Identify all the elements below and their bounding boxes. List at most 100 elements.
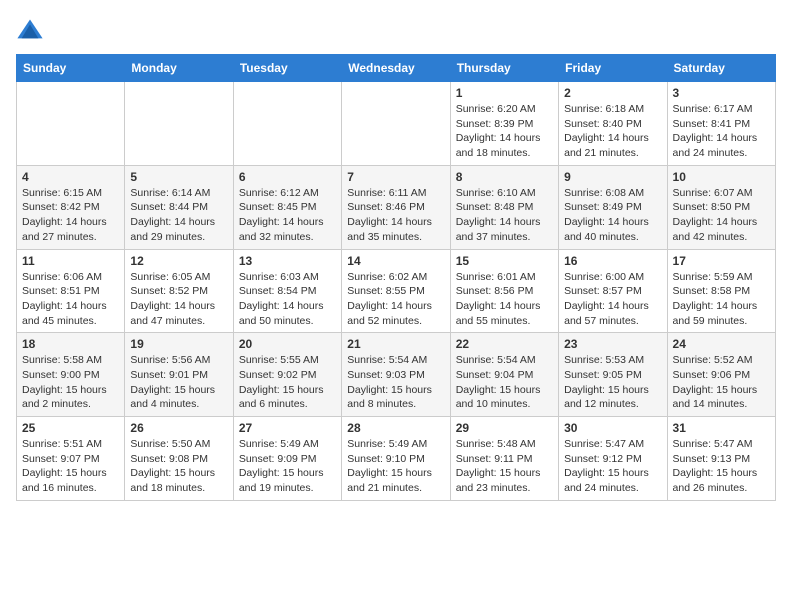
calendar-cell: 1 Sunrise: 6:20 AMSunset: 8:39 PMDaylight… xyxy=(450,82,558,166)
calendar-cell: 10 Sunrise: 6:07 AMSunset: 8:50 PMDayligh… xyxy=(667,165,775,249)
calendar-cell: 31 Sunrise: 5:47 AMSunset: 9:13 PMDayligh… xyxy=(667,417,775,501)
calendar-body: 1 Sunrise: 6:20 AMSunset: 8:39 PMDaylight… xyxy=(17,82,776,501)
calendar-cell: 22Sunrise: 5:54 AMSunset: 9:04 PMDayligh… xyxy=(450,333,558,417)
calendar-cell: 21 Sunrise: 5:54 AMSunset: 9:03 PMDayligh… xyxy=(342,333,450,417)
day-number: 15 xyxy=(456,254,553,268)
day-info: Sunrise: 6:20 AMSunset: 8:39 PMDaylight:… xyxy=(456,102,553,161)
calendar-cell: 28 Sunrise: 5:49 AMSunset: 9:10 PMDayligh… xyxy=(342,417,450,501)
logo xyxy=(16,16,48,44)
calendar-cell: 18 Sunrise: 5:58 AMSunset: 9:00 PMDayligh… xyxy=(17,333,125,417)
calendar-cell xyxy=(342,82,450,166)
day-number: 26 xyxy=(130,421,227,435)
day-info: Sunrise: 5:47 AMSunset: 9:12 PMDaylight:… xyxy=(564,437,661,496)
day-number: 4 xyxy=(22,170,119,184)
day-info: Sunrise: 5:49 AMSunset: 9:09 PMDaylight:… xyxy=(239,437,336,496)
calendar-cell: 14 Sunrise: 6:02 AMSunset: 8:55 PMDayligh… xyxy=(342,249,450,333)
calendar-cell: 15 Sunrise: 6:01 AMSunset: 8:56 PMDayligh… xyxy=(450,249,558,333)
day-number: 29 xyxy=(456,421,553,435)
calendar-week-4: 18 Sunrise: 5:58 AMSunset: 9:00 PMDayligh… xyxy=(17,333,776,417)
day-info: Sunrise: 6:03 AMSunset: 8:54 PMDaylight:… xyxy=(239,270,336,329)
day-info: Sunrise: 6:06 AMSunset: 8:51 PMDaylight:… xyxy=(22,270,119,329)
day-info: Sunrise: 5:48 AMSunset: 9:11 PMDaylight:… xyxy=(456,437,553,496)
calendar-cell: 27 Sunrise: 5:49 AMSunset: 9:09 PMDayligh… xyxy=(233,417,341,501)
calendar-cell: 5 Sunrise: 6:14 AMSunset: 8:44 PMDaylight… xyxy=(125,165,233,249)
day-info: Sunrise: 6:02 AMSunset: 8:55 PMDaylight:… xyxy=(347,270,444,329)
day-info: Sunrise: 5:59 AMSunset: 8:58 PMDaylight:… xyxy=(673,270,770,329)
weekday-row: SundayMondayTuesdayWednesdayThursdayFrid… xyxy=(17,55,776,82)
day-number: 6 xyxy=(239,170,336,184)
day-info: Sunrise: 5:50 AMSunset: 9:08 PMDaylight:… xyxy=(130,437,227,496)
day-number: 11 xyxy=(22,254,119,268)
weekday-header-sunday: Sunday xyxy=(17,55,125,82)
day-info: Sunrise: 6:14 AMSunset: 8:44 PMDaylight:… xyxy=(130,186,227,245)
page-header xyxy=(16,16,776,44)
day-number: 5 xyxy=(130,170,227,184)
day-info: Sunrise: 6:00 AMSunset: 8:57 PMDaylight:… xyxy=(564,270,661,329)
day-number: 10 xyxy=(673,170,770,184)
weekday-header-thursday: Thursday xyxy=(450,55,558,82)
weekday-header-friday: Friday xyxy=(559,55,667,82)
day-info: Sunrise: 5:47 AMSunset: 9:13 PMDaylight:… xyxy=(673,437,770,496)
day-number: 3 xyxy=(673,86,770,100)
day-number: 31 xyxy=(673,421,770,435)
calendar-cell: 6 Sunrise: 6:12 AMSunset: 8:45 PMDaylight… xyxy=(233,165,341,249)
calendar-cell: 4Sunrise: 6:15 AMSunset: 8:42 PMDaylight… xyxy=(17,165,125,249)
day-number: 19 xyxy=(130,337,227,351)
day-number: 24 xyxy=(673,337,770,351)
day-info: Sunrise: 5:52 AMSunset: 9:06 PMDaylight:… xyxy=(673,353,770,412)
weekday-header-saturday: Saturday xyxy=(667,55,775,82)
calendar-cell: 8 Sunrise: 6:10 AMSunset: 8:48 PMDaylight… xyxy=(450,165,558,249)
calendar-cell xyxy=(125,82,233,166)
day-number: 1 xyxy=(456,86,553,100)
day-info: Sunrise: 6:18 AMSunset: 8:40 PMDaylight:… xyxy=(564,102,661,161)
calendar-header: SundayMondayTuesdayWednesdayThursdayFrid… xyxy=(17,55,776,82)
calendar-cell: 9Sunrise: 6:08 AMSunset: 8:49 PMDaylight… xyxy=(559,165,667,249)
calendar-cell: 24 Sunrise: 5:52 AMSunset: 9:06 PMDayligh… xyxy=(667,333,775,417)
day-info: Sunrise: 6:10 AMSunset: 8:48 PMDaylight:… xyxy=(456,186,553,245)
calendar-week-2: 4Sunrise: 6:15 AMSunset: 8:42 PMDaylight… xyxy=(17,165,776,249)
day-number: 21 xyxy=(347,337,444,351)
day-number: 28 xyxy=(347,421,444,435)
day-info: Sunrise: 6:01 AMSunset: 8:56 PMDaylight:… xyxy=(456,270,553,329)
weekday-header-monday: Monday xyxy=(125,55,233,82)
calendar-cell: 20Sunrise: 5:55 AMSunset: 9:02 PMDayligh… xyxy=(233,333,341,417)
calendar-cell: 7 Sunrise: 6:11 AMSunset: 8:46 PMDaylight… xyxy=(342,165,450,249)
calendar-cell: 29 Sunrise: 5:48 AMSunset: 9:11 PMDayligh… xyxy=(450,417,558,501)
day-info: Sunrise: 5:54 AMSunset: 9:03 PMDaylight:… xyxy=(347,353,444,412)
day-info: Sunrise: 5:51 AMSunset: 9:07 PMDaylight:… xyxy=(22,437,119,496)
calendar-cell: 12 Sunrise: 6:05 AMSunset: 8:52 PMDayligh… xyxy=(125,249,233,333)
calendar-cell: 13Sunrise: 6:03 AMSunset: 8:54 PMDayligh… xyxy=(233,249,341,333)
calendar-week-1: 1 Sunrise: 6:20 AMSunset: 8:39 PMDaylight… xyxy=(17,82,776,166)
day-number: 7 xyxy=(347,170,444,184)
day-info: Sunrise: 5:56 AMSunset: 9:01 PMDaylight:… xyxy=(130,353,227,412)
calendar-week-5: 25 Sunrise: 5:51 AMSunset: 9:07 PMDayligh… xyxy=(17,417,776,501)
day-info: Sunrise: 6:12 AMSunset: 8:45 PMDaylight:… xyxy=(239,186,336,245)
calendar-cell: 11 Sunrise: 6:06 AMSunset: 8:51 PMDayligh… xyxy=(17,249,125,333)
day-number: 14 xyxy=(347,254,444,268)
logo-icon xyxy=(16,16,44,44)
day-number: 8 xyxy=(456,170,553,184)
day-number: 25 xyxy=(22,421,119,435)
day-number: 12 xyxy=(130,254,227,268)
calendar-cell xyxy=(233,82,341,166)
day-info: Sunrise: 6:07 AMSunset: 8:50 PMDaylight:… xyxy=(673,186,770,245)
calendar-cell: 23Sunrise: 5:53 AMSunset: 9:05 PMDayligh… xyxy=(559,333,667,417)
day-info: Sunrise: 6:11 AMSunset: 8:46 PMDaylight:… xyxy=(347,186,444,245)
day-info: Sunrise: 5:53 AMSunset: 9:05 PMDaylight:… xyxy=(564,353,661,412)
day-number: 18 xyxy=(22,337,119,351)
day-number: 30 xyxy=(564,421,661,435)
day-info: Sunrise: 5:54 AMSunset: 9:04 PMDaylight:… xyxy=(456,353,553,412)
calendar-cell: 3Sunrise: 6:17 AMSunset: 8:41 PMDaylight… xyxy=(667,82,775,166)
day-info: Sunrise: 5:58 AMSunset: 9:00 PMDaylight:… xyxy=(22,353,119,412)
calendar-table: SundayMondayTuesdayWednesdayThursdayFrid… xyxy=(16,54,776,501)
day-info: Sunrise: 6:05 AMSunset: 8:52 PMDaylight:… xyxy=(130,270,227,329)
calendar-cell: 16Sunrise: 6:00 AMSunset: 8:57 PMDayligh… xyxy=(559,249,667,333)
calendar-cell: 19 Sunrise: 5:56 AMSunset: 9:01 PMDayligh… xyxy=(125,333,233,417)
day-info: Sunrise: 5:49 AMSunset: 9:10 PMDaylight:… xyxy=(347,437,444,496)
day-number: 20 xyxy=(239,337,336,351)
day-number: 27 xyxy=(239,421,336,435)
calendar-cell: 17Sunrise: 5:59 AMSunset: 8:58 PMDayligh… xyxy=(667,249,775,333)
weekday-header-tuesday: Tuesday xyxy=(233,55,341,82)
calendar-cell: 25 Sunrise: 5:51 AMSunset: 9:07 PMDayligh… xyxy=(17,417,125,501)
calendar-cell: 30 Sunrise: 5:47 AMSunset: 9:12 PMDayligh… xyxy=(559,417,667,501)
